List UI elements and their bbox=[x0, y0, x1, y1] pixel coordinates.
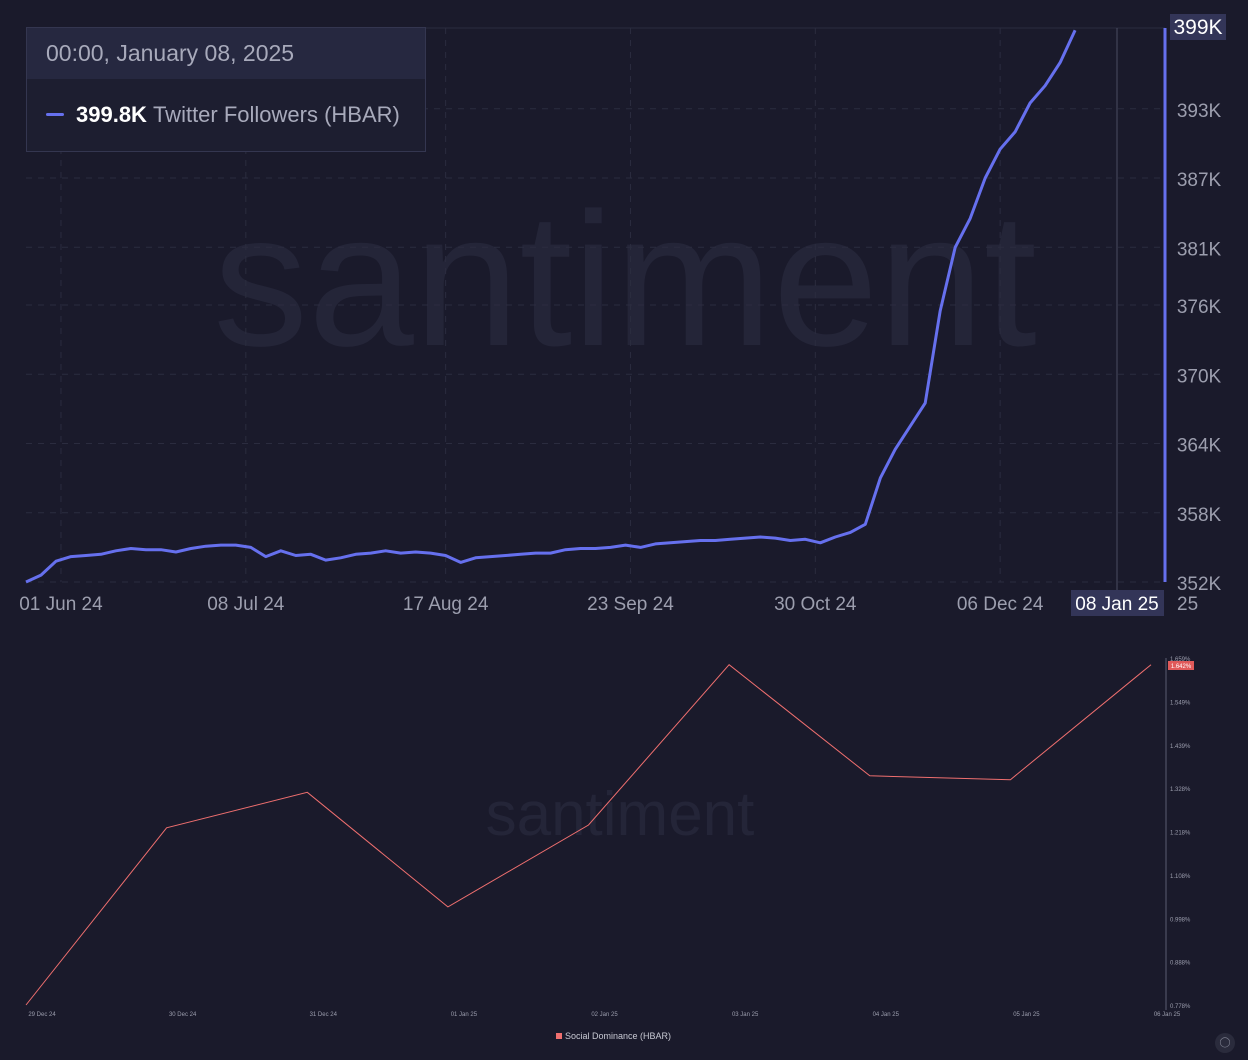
x-tick-label: 29 Dec 24 bbox=[28, 1012, 56, 1018]
x-tick-label: 04 Jan 25 bbox=[873, 1012, 900, 1018]
y-tick-label: 1.328% bbox=[1170, 787, 1191, 793]
x-tick-label: 01 Jun 24 bbox=[19, 594, 103, 615]
series-swatch-icon bbox=[46, 112, 64, 116]
x-highlight-label: 08 Jan 25 bbox=[1071, 590, 1164, 616]
social-dominance-swatch bbox=[556, 1032, 562, 1039]
x-tick-label: 08 Jul 24 bbox=[207, 594, 285, 615]
x-tick-label: 17 Aug 24 bbox=[403, 594, 489, 615]
legend-label: Social Dominance (HBAR) bbox=[565, 1031, 672, 1041]
svg-text:08 Jan 25: 08 Jan 25 bbox=[1075, 594, 1158, 615]
clipped-axis-label: 25 bbox=[1177, 594, 1198, 615]
chart-legend[interactable]: Social Dominance (HBAR) bbox=[556, 1031, 671, 1041]
tooltip-label: Twitter Followers (HBAR) bbox=[152, 102, 400, 127]
y-tick-label: 381K bbox=[1177, 239, 1222, 260]
y-tick-label: 352K bbox=[1177, 574, 1222, 595]
y-tick-label: 376K bbox=[1177, 297, 1222, 318]
svg-text:399K: 399K bbox=[1173, 16, 1222, 39]
tooltip-row: 399.8K Twitter Followers (HBAR) bbox=[46, 102, 400, 128]
y-tick-label: 358K bbox=[1177, 505, 1222, 526]
y-tick-label: 370K bbox=[1177, 366, 1222, 387]
x-tick-label: 06 Jan 25 bbox=[1154, 1012, 1181, 1018]
y-tick-label: 1.439% bbox=[1170, 744, 1191, 750]
tooltip-value: 399.8K bbox=[76, 102, 147, 127]
y-tick-label: 0.888% bbox=[1170, 961, 1191, 967]
x-tick-label: 23 Sep 24 bbox=[587, 594, 674, 615]
y-axis: 0.778% 0.888% 0.998% 1.108% 1.218% 1.328% 1.43… bbox=[1170, 657, 1191, 1010]
y-tick-label: 364K bbox=[1177, 436, 1222, 457]
y-tick-label: 1.218% bbox=[1170, 831, 1191, 837]
x-tick-label: 31 Dec 24 bbox=[310, 1012, 338, 1018]
x-axis: 01 Jun 24 08 Jul 24 17 Aug 24 23 Sep 24 30 O… bbox=[19, 594, 1044, 615]
x-tick-label: 01 Jan 25 bbox=[451, 1012, 478, 1018]
y-tick-label: 387K bbox=[1177, 170, 1222, 191]
tooltip-timestamp: 00:00, January 08, 2025 bbox=[27, 28, 425, 79]
y-tick-label: 1.108% bbox=[1170, 874, 1191, 880]
watermark-text: santiment bbox=[486, 780, 755, 849]
svg-text:1.642%: 1.642% bbox=[1171, 664, 1192, 670]
y-tick-label: 0.778% bbox=[1170, 1004, 1191, 1010]
x-tick-label: 30 Oct 24 bbox=[774, 594, 857, 615]
watermark-text: santiment bbox=[213, 174, 1037, 386]
y-highlight-label: 1.642% bbox=[1168, 661, 1194, 670]
x-tick-label: 30 Dec 24 bbox=[169, 1012, 197, 1018]
x-tick-label: 03 Jan 25 bbox=[732, 1012, 759, 1018]
y-tick-label: 1.549% bbox=[1170, 700, 1191, 706]
y-highlight-label: 399K bbox=[1170, 14, 1226, 40]
y-axis: 352K 358K 364K 370K 376K 381K 387K 393K bbox=[1177, 101, 1222, 595]
x-axis: 29 Dec 24 30 Dec 24 31 Dec 24 01 Jan 25 02 J… bbox=[28, 1012, 1181, 1018]
y-tick-label: 0.998% bbox=[1170, 917, 1191, 923]
social-dominance-chart[interactable]: santiment 29 Dec 24 30 Dec 24 31 Dec 24 01 … bbox=[0, 640, 1248, 1020]
santiment-logo-icon[interactable]: ◯ bbox=[1215, 1033, 1235, 1053]
tooltip: 00:00, January 08, 2025 399.8K Twitter Fo… bbox=[26, 27, 426, 152]
x-tick-label: 05 Jan 25 bbox=[1013, 1012, 1040, 1018]
x-tick-label: 06 Dec 24 bbox=[957, 594, 1044, 615]
y-tick-label: 393K bbox=[1177, 101, 1222, 122]
x-tick-label: 02 Jan 25 bbox=[591, 1012, 618, 1018]
